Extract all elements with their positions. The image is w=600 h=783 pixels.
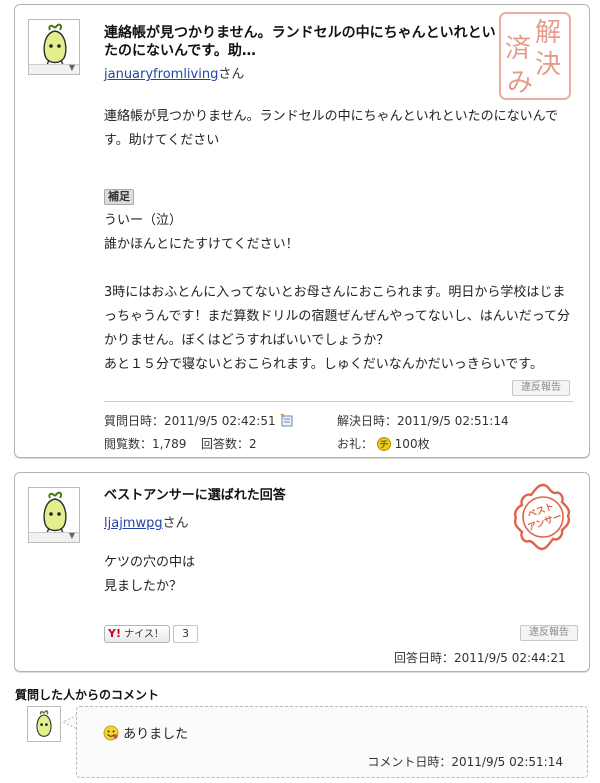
supplement-line: ういー（泣） bbox=[104, 213, 183, 228]
resolved-label: 解決日時： bbox=[337, 414, 398, 428]
comment-time: コメント日時：2011/9/5 02:51:14 bbox=[367, 753, 563, 770]
best-answer-body: ケツの穴の中は 見ましたか？ bbox=[104, 551, 504, 599]
answer-count: 回答数：2 bbox=[201, 435, 257, 452]
answer-report-button[interactable]: 違反報告 bbox=[520, 625, 578, 641]
nice-count: 3 bbox=[173, 625, 198, 643]
question-report-button[interactable]: 違反報告 bbox=[512, 380, 570, 396]
answer-line: ケツの穴の中は bbox=[104, 555, 196, 570]
add-to-calendar-icon[interactable] bbox=[279, 413, 293, 427]
question-paragraph: 連絡帳が見つかりません。ランドセルの中にちゃんといれといたのにないんです。助けて… bbox=[104, 109, 558, 148]
avatar-menu-toggle[interactable]: ▼ bbox=[29, 531, 79, 542]
svg-text:済: 済 bbox=[505, 34, 531, 64]
honorific: さん bbox=[218, 67, 245, 82]
svg-text:解: 解 bbox=[535, 18, 561, 48]
comment-time-label: コメント日時： bbox=[367, 755, 452, 769]
best-answer-heading: ベストアンサーに選ばれた回答 bbox=[104, 488, 286, 503]
nice-label: ナイス！ bbox=[124, 629, 164, 640]
asked-label: 質問日時： bbox=[104, 414, 165, 428]
answered-time: 回答日時：2011/9/5 02:44:21 bbox=[394, 649, 566, 666]
answered-value: 2011/9/5 02:44:21 bbox=[454, 651, 566, 665]
divider bbox=[104, 401, 574, 402]
comment-time-value: 2011/9/5 02:51:14 bbox=[451, 755, 563, 769]
answers-value: 2 bbox=[249, 437, 257, 451]
comment-section-title: 質問した人からのコメント bbox=[15, 688, 160, 702]
yahoo-y-icon: Y! bbox=[108, 627, 121, 640]
resolved-stamp-icon: 解 決 済 み bbox=[499, 12, 571, 100]
coin-icon: チ bbox=[376, 437, 391, 451]
honorific: さん bbox=[162, 516, 189, 531]
supplement-line: 3時にはおふとんに入ってないとお母さんにおこられます。明日から学校はじまっちゃう… bbox=[104, 285, 571, 348]
reward-label: お礼： bbox=[337, 437, 374, 451]
comment-text: ありました bbox=[123, 727, 189, 742]
view-count: 閲覧数：1,789 bbox=[104, 435, 186, 452]
questioner-avatar[interactable]: ▼ bbox=[28, 19, 80, 75]
comment-text-line: ありました bbox=[103, 723, 188, 742]
svg-text:み: み bbox=[507, 68, 533, 98]
answered-label: 回答日時： bbox=[394, 651, 455, 665]
answers-label: 回答数： bbox=[201, 437, 250, 451]
nice-button[interactable]: Y! ナイス！ bbox=[104, 625, 170, 643]
questioner-username-link[interactable]: januaryfromliving bbox=[104, 67, 218, 82]
answer-line: 見ましたか？ bbox=[104, 579, 183, 594]
supplement-line: 誰かほんとにたすけてください！ bbox=[104, 237, 299, 252]
reward-value: 100枚 bbox=[394, 437, 430, 451]
commenter-avatar[interactable] bbox=[27, 706, 61, 742]
views-label: 閲覧数： bbox=[104, 437, 153, 451]
svg-text:決: 決 bbox=[535, 50, 561, 80]
supplement-label: 補足 bbox=[104, 189, 134, 205]
resolved-value: 2011/9/5 02:51:14 bbox=[397, 414, 509, 428]
questioner-line: januaryfromlivingさん bbox=[104, 63, 244, 82]
question-card: ▼ 連絡帳が見つかりません。ランドセルの中にちゃんといれといたのにないんです。助… bbox=[14, 4, 590, 458]
answerer-line: ljajmwpgさん bbox=[104, 512, 189, 531]
chevron-down-icon: ▼ bbox=[68, 531, 75, 540]
answerer-username-link[interactable]: ljajmwpg bbox=[104, 516, 163, 531]
supplement-line: あと１５分で寝ないとおこられます。しゅくだいなんかだいっきらいです。 bbox=[104, 357, 544, 372]
question-title: 連絡帳が見つかりません。ランドセルの中にちゃんといれといたのにないんです。助… bbox=[104, 25, 496, 59]
answerer-avatar[interactable]: ▼ bbox=[28, 487, 80, 543]
reward: お礼： チ 100枚 bbox=[337, 435, 430, 452]
chevron-down-icon: ▼ bbox=[68, 63, 75, 72]
asked-time: 質問日時：2011/9/5 02:42:51 bbox=[104, 412, 293, 429]
supplement-section: 補足 ういー（泣） 誰かほんとにたすけてください！ 3時にはおふとんに入ってない… bbox=[104, 185, 574, 377]
happy-face-icon bbox=[103, 725, 119, 741]
best-answer-stamp-icon: ベスト アンサー bbox=[513, 483, 571, 551]
avatar-menu-toggle[interactable]: ▼ bbox=[29, 63, 79, 74]
chiebukuro-character-icon bbox=[43, 491, 67, 534]
resolved-time: 解決日時：2011/9/5 02:51:14 bbox=[337, 412, 509, 429]
question-body: 連絡帳が見つかりません。ランドセルの中にちゃんといれといたのにないんです。助けて… bbox=[104, 105, 574, 377]
asked-value: 2011/9/5 02:42:51 bbox=[164, 414, 276, 428]
chiebukuro-character-icon bbox=[43, 23, 67, 66]
svg-text:チ: チ bbox=[379, 440, 388, 451]
views-value: 1,789 bbox=[152, 437, 187, 451]
comment-box: ありました コメント日時：2011/9/5 02:51:14 bbox=[76, 706, 588, 778]
best-answer-card: ▼ ベストアンサーに選ばれた回答 ljajmwpgさん ベスト アンサー ケツの… bbox=[14, 472, 590, 672]
chiebukuro-character-icon bbox=[36, 710, 52, 737]
